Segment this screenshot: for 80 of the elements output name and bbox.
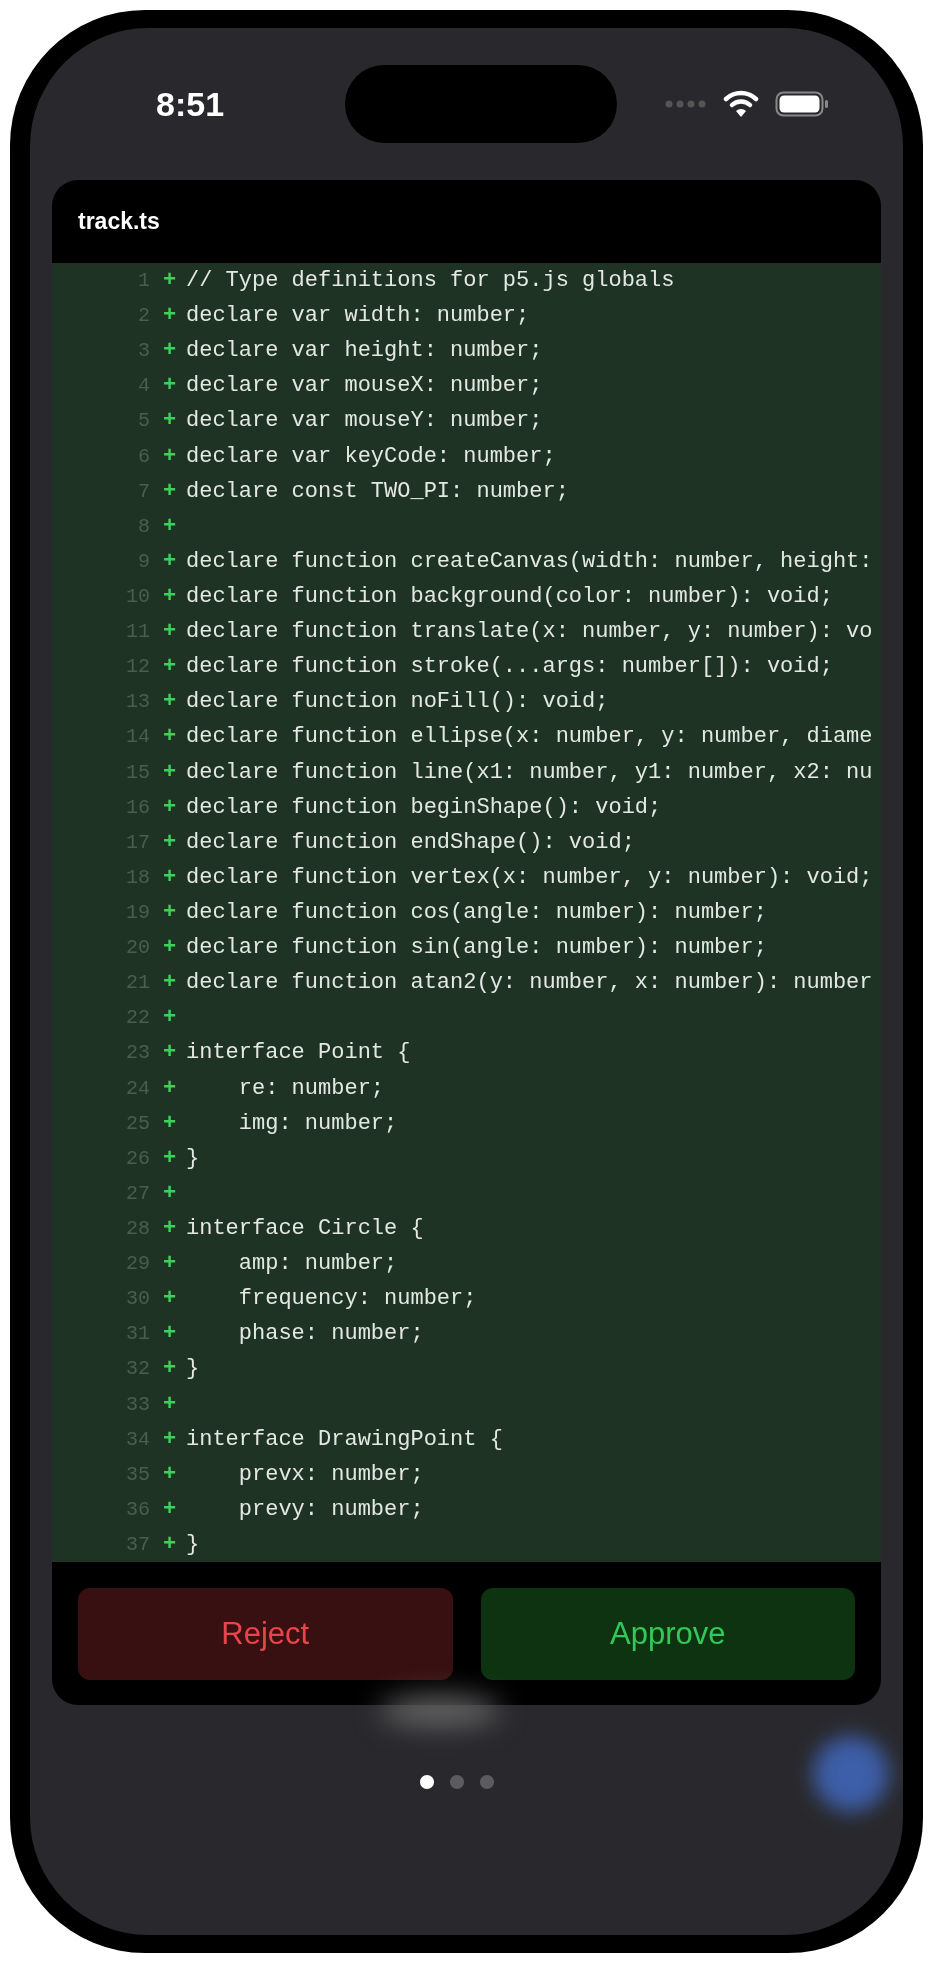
- reject-button[interactable]: Reject: [78, 1588, 453, 1680]
- added-marker: +: [161, 1496, 178, 1522]
- code-line: }: [186, 1145, 200, 1171]
- added-marker: +: [161, 1075, 178, 1101]
- code-line: declare function createCanvas(width: number, height:: [186, 548, 873, 574]
- page-dot[interactable]: [479, 1775, 494, 1789]
- added-marker: +: [161, 1145, 178, 1171]
- approve-button[interactable]: Approve: [480, 1588, 855, 1680]
- code-line: declare var mouseX: number;: [186, 373, 543, 399]
- code-line: declare var width: number;: [186, 303, 530, 329]
- added-marker: +: [161, 478, 178, 504]
- file-name: track.ts: [78, 208, 160, 235]
- added-marker: +: [161, 654, 178, 680]
- code-line: declare var mouseY: number;: [186, 408, 543, 434]
- code-line: declare function sin(angle: number): number;: [186, 935, 767, 961]
- signal-icon: [665, 100, 707, 108]
- code-line: declare function endShape(): void;: [186, 829, 635, 855]
- code-line: // Type definitions for p5.js globals: [186, 268, 675, 294]
- added-marker: +: [161, 935, 178, 961]
- code-line: declare function vertex(x: number, y: number): void;: [186, 864, 873, 890]
- added-marker: +: [161, 1391, 178, 1417]
- page-dot[interactable]: [449, 1775, 464, 1789]
- code-line: declare var height: number;: [186, 338, 543, 364]
- added-marker: +: [161, 1216, 178, 1241]
- added-marker: +: [161, 970, 178, 996]
- code-line: interface Circle {: [186, 1216, 424, 1241]
- added-marker: +: [161, 584, 178, 610]
- battery-icon: [775, 91, 829, 117]
- added-marker: +: [161, 513, 178, 539]
- added-marker: +: [161, 1356, 178, 1382]
- added-marker: +: [161, 1532, 178, 1557]
- added-marker: +: [161, 338, 178, 364]
- code-line: interface DrawingPoint {: [186, 1426, 503, 1452]
- added-marker: +: [161, 1005, 178, 1031]
- added-marker: +: [161, 619, 178, 645]
- added-marker: +: [161, 1110, 178, 1136]
- added-marker: +: [161, 759, 178, 785]
- code-line: frequency: number;: [237, 1286, 477, 1312]
- code-line: declare function background(color: number): void;: [186, 584, 833, 610]
- code-line: declare function ellipse(x: number, y: number, diame: [186, 724, 873, 750]
- added-marker: +: [161, 268, 178, 294]
- code-line: prevy: number;: [237, 1496, 424, 1522]
- code-line: declare function noFill(): void;: [186, 689, 609, 715]
- code-line: declare function translate(x: number, y: number): vo: [186, 619, 873, 645]
- added-marker: +: [161, 373, 178, 399]
- code-line: declare function cos(angle: number): number;: [186, 900, 767, 925]
- added-marker: +: [161, 1251, 178, 1277]
- code-line: }: [186, 1356, 200, 1382]
- added-marker: +: [161, 1180, 178, 1206]
- added-marker: +: [161, 794, 178, 820]
- wifi-icon: [723, 90, 759, 118]
- added-marker: +: [161, 443, 178, 469]
- code-line: declare function beginShape(): void;: [186, 794, 662, 820]
- code-line: declare function line(x1: number, y1: number, x2: nu: [186, 759, 873, 785]
- code-line: declare function atan2(y: number, x: number): number: [186, 970, 873, 996]
- code-line: amp: number;: [237, 1251, 398, 1277]
- added-marker: +: [161, 1461, 178, 1487]
- added-marker: +: [161, 1040, 178, 1066]
- clock-time: 8:51: [156, 84, 226, 124]
- added-marker: +: [161, 829, 178, 855]
- code-line: phase: number;: [237, 1321, 424, 1347]
- code-line: prevx: number;: [237, 1461, 424, 1487]
- added-marker: +: [161, 724, 178, 750]
- added-marker: +: [161, 689, 178, 715]
- added-marker: +: [161, 900, 178, 925]
- added-marker: +: [161, 1286, 178, 1312]
- added-marker: +: [161, 303, 178, 329]
- code-line: declare const TWO_PI: number;: [186, 478, 569, 504]
- page-dot[interactable]: [419, 1775, 434, 1789]
- code-line: interface Point {: [186, 1040, 411, 1066]
- code-line: declare var keyCode: number;: [186, 443, 556, 469]
- code-line: declare function stroke(...args: number[]): void;: [186, 654, 833, 680]
- added-marker: +: [161, 1426, 178, 1452]
- added-marker: +: [161, 864, 178, 890]
- code-line: re: number;: [237, 1075, 385, 1101]
- code-line: }: [186, 1532, 200, 1557]
- code-line: img: number;: [237, 1110, 398, 1136]
- added-marker: +: [161, 548, 178, 574]
- added-marker: +: [161, 1321, 178, 1347]
- added-marker: +: [161, 408, 178, 434]
